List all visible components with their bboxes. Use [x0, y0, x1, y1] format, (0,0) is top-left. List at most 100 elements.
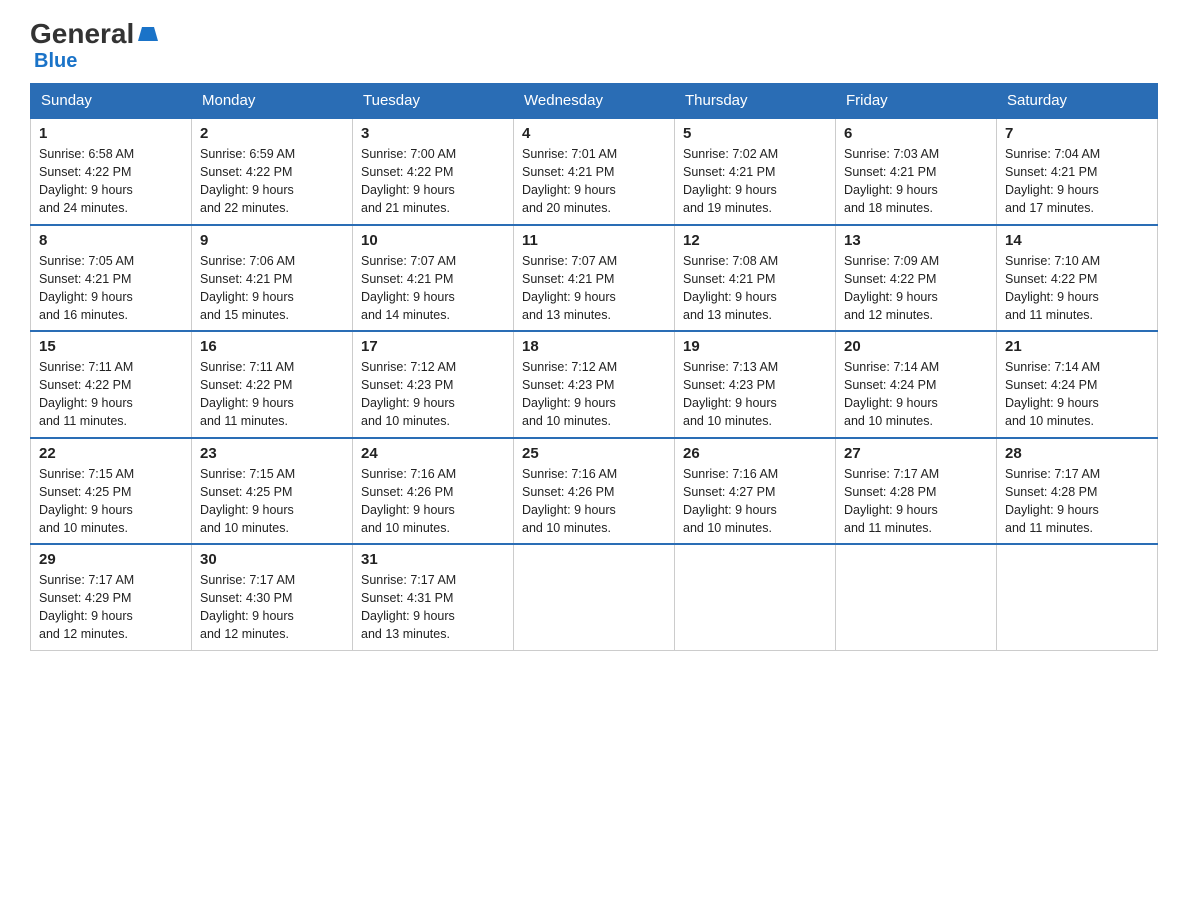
day-number: 31 [361, 551, 505, 568]
col-header-monday: Monday [192, 84, 353, 119]
calendar-cell: 9 Sunrise: 7:06 AMSunset: 4:21 PMDayligh… [192, 225, 353, 332]
day-number: 19 [683, 338, 827, 355]
day-info: Sunrise: 7:15 AMSunset: 4:25 PMDaylight:… [39, 465, 183, 538]
calendar-cell: 4 Sunrise: 7:01 AMSunset: 4:21 PMDayligh… [514, 118, 675, 225]
calendar-cell: 10 Sunrise: 7:07 AMSunset: 4:21 PMDaylig… [353, 225, 514, 332]
calendar-cell: 5 Sunrise: 7:02 AMSunset: 4:21 PMDayligh… [675, 118, 836, 225]
calendar-cell: 3 Sunrise: 7:00 AMSunset: 4:22 PMDayligh… [353, 118, 514, 225]
calendar-cell: 6 Sunrise: 7:03 AMSunset: 4:21 PMDayligh… [836, 118, 997, 225]
day-number: 11 [522, 232, 666, 249]
day-info: Sunrise: 7:12 AMSunset: 4:23 PMDaylight:… [522, 358, 666, 431]
week-row-2: 8 Sunrise: 7:05 AMSunset: 4:21 PMDayligh… [31, 225, 1158, 332]
day-info: Sunrise: 7:00 AMSunset: 4:22 PMDaylight:… [361, 145, 505, 218]
calendar-cell [675, 544, 836, 650]
day-number: 7 [1005, 125, 1149, 142]
calendar-cell: 22 Sunrise: 7:15 AMSunset: 4:25 PMDaylig… [31, 438, 192, 545]
day-number: 23 [200, 445, 344, 462]
day-info: Sunrise: 7:01 AMSunset: 4:21 PMDaylight:… [522, 145, 666, 218]
day-info: Sunrise: 7:10 AMSunset: 4:22 PMDaylight:… [1005, 252, 1149, 325]
calendar-cell: 2 Sunrise: 6:59 AMSunset: 4:22 PMDayligh… [192, 118, 353, 225]
day-info: Sunrise: 7:16 AMSunset: 4:26 PMDaylight:… [361, 465, 505, 538]
day-number: 14 [1005, 232, 1149, 249]
calendar-table: SundayMondayTuesdayWednesdayThursdayFrid… [30, 83, 1158, 651]
logo-blue: Blue [34, 50, 77, 73]
logo: General Blue [30, 20, 158, 73]
day-number: 9 [200, 232, 344, 249]
day-info: Sunrise: 7:15 AMSunset: 4:25 PMDaylight:… [200, 465, 344, 538]
col-header-tuesday: Tuesday [353, 84, 514, 119]
day-number: 22 [39, 445, 183, 462]
col-header-wednesday: Wednesday [514, 84, 675, 119]
day-number: 24 [361, 445, 505, 462]
week-row-4: 22 Sunrise: 7:15 AMSunset: 4:25 PMDaylig… [31, 438, 1158, 545]
calendar-cell: 16 Sunrise: 7:11 AMSunset: 4:22 PMDaylig… [192, 331, 353, 438]
day-number: 1 [39, 125, 183, 142]
calendar-cell: 31 Sunrise: 7:17 AMSunset: 4:31 PMDaylig… [353, 544, 514, 650]
calendar-cell: 26 Sunrise: 7:16 AMSunset: 4:27 PMDaylig… [675, 438, 836, 545]
day-info: Sunrise: 7:03 AMSunset: 4:21 PMDaylight:… [844, 145, 988, 218]
calendar-cell: 29 Sunrise: 7:17 AMSunset: 4:29 PMDaylig… [31, 544, 192, 650]
calendar-cell: 23 Sunrise: 7:15 AMSunset: 4:25 PMDaylig… [192, 438, 353, 545]
day-info: Sunrise: 7:14 AMSunset: 4:24 PMDaylight:… [844, 358, 988, 431]
day-info: Sunrise: 7:12 AMSunset: 4:23 PMDaylight:… [361, 358, 505, 431]
day-info: Sunrise: 7:17 AMSunset: 4:28 PMDaylight:… [1005, 465, 1149, 538]
calendar-cell: 30 Sunrise: 7:17 AMSunset: 4:30 PMDaylig… [192, 544, 353, 650]
col-header-thursday: Thursday [675, 84, 836, 119]
calendar-cell: 13 Sunrise: 7:09 AMSunset: 4:22 PMDaylig… [836, 225, 997, 332]
calendar-cell: 20 Sunrise: 7:14 AMSunset: 4:24 PMDaylig… [836, 331, 997, 438]
calendar-cell: 19 Sunrise: 7:13 AMSunset: 4:23 PMDaylig… [675, 331, 836, 438]
day-info: Sunrise: 7:16 AMSunset: 4:26 PMDaylight:… [522, 465, 666, 538]
week-row-5: 29 Sunrise: 7:17 AMSunset: 4:29 PMDaylig… [31, 544, 1158, 650]
day-info: Sunrise: 7:08 AMSunset: 4:21 PMDaylight:… [683, 252, 827, 325]
col-header-sunday: Sunday [31, 84, 192, 119]
day-number: 13 [844, 232, 988, 249]
week-row-1: 1 Sunrise: 6:58 AMSunset: 4:22 PMDayligh… [31, 118, 1158, 225]
day-info: Sunrise: 7:16 AMSunset: 4:27 PMDaylight:… [683, 465, 827, 538]
day-info: Sunrise: 7:13 AMSunset: 4:23 PMDaylight:… [683, 358, 827, 431]
page-header: General Blue [30, 20, 1158, 73]
calendar-cell: 18 Sunrise: 7:12 AMSunset: 4:23 PMDaylig… [514, 331, 675, 438]
calendar-cell: 15 Sunrise: 7:11 AMSunset: 4:22 PMDaylig… [31, 331, 192, 438]
day-number: 29 [39, 551, 183, 568]
day-number: 6 [844, 125, 988, 142]
day-number: 28 [1005, 445, 1149, 462]
day-info: Sunrise: 7:11 AMSunset: 4:22 PMDaylight:… [39, 358, 183, 431]
weekday-header-row: SundayMondayTuesdayWednesdayThursdayFrid… [31, 84, 1158, 119]
day-number: 20 [844, 338, 988, 355]
day-number: 18 [522, 338, 666, 355]
day-number: 21 [1005, 338, 1149, 355]
day-info: Sunrise: 6:59 AMSunset: 4:22 PMDaylight:… [200, 145, 344, 218]
calendar-cell: 17 Sunrise: 7:12 AMSunset: 4:23 PMDaylig… [353, 331, 514, 438]
day-info: Sunrise: 7:07 AMSunset: 4:21 PMDaylight:… [522, 252, 666, 325]
calendar-cell: 11 Sunrise: 7:07 AMSunset: 4:21 PMDaylig… [514, 225, 675, 332]
day-number: 25 [522, 445, 666, 462]
calendar-cell: 7 Sunrise: 7:04 AMSunset: 4:21 PMDayligh… [997, 118, 1158, 225]
day-info: Sunrise: 6:58 AMSunset: 4:22 PMDaylight:… [39, 145, 183, 218]
logo-triangle-icon [136, 23, 158, 45]
day-info: Sunrise: 7:14 AMSunset: 4:24 PMDaylight:… [1005, 358, 1149, 431]
day-number: 3 [361, 125, 505, 142]
day-info: Sunrise: 7:17 AMSunset: 4:28 PMDaylight:… [844, 465, 988, 538]
day-number: 30 [200, 551, 344, 568]
day-number: 5 [683, 125, 827, 142]
calendar-cell: 1 Sunrise: 6:58 AMSunset: 4:22 PMDayligh… [31, 118, 192, 225]
day-number: 17 [361, 338, 505, 355]
calendar-cell [836, 544, 997, 650]
col-header-friday: Friday [836, 84, 997, 119]
day-info: Sunrise: 7:09 AMSunset: 4:22 PMDaylight:… [844, 252, 988, 325]
day-number: 12 [683, 232, 827, 249]
day-info: Sunrise: 7:17 AMSunset: 4:29 PMDaylight:… [39, 571, 183, 644]
day-number: 10 [361, 232, 505, 249]
calendar-cell [997, 544, 1158, 650]
day-info: Sunrise: 7:04 AMSunset: 4:21 PMDaylight:… [1005, 145, 1149, 218]
calendar-cell: 12 Sunrise: 7:08 AMSunset: 4:21 PMDaylig… [675, 225, 836, 332]
calendar-cell: 8 Sunrise: 7:05 AMSunset: 4:21 PMDayligh… [31, 225, 192, 332]
col-header-saturday: Saturday [997, 84, 1158, 119]
calendar-cell: 27 Sunrise: 7:17 AMSunset: 4:28 PMDaylig… [836, 438, 997, 545]
day-info: Sunrise: 7:07 AMSunset: 4:21 PMDaylight:… [361, 252, 505, 325]
day-number: 15 [39, 338, 183, 355]
day-info: Sunrise: 7:06 AMSunset: 4:21 PMDaylight:… [200, 252, 344, 325]
calendar-cell: 28 Sunrise: 7:17 AMSunset: 4:28 PMDaylig… [997, 438, 1158, 545]
day-number: 27 [844, 445, 988, 462]
day-number: 2 [200, 125, 344, 142]
